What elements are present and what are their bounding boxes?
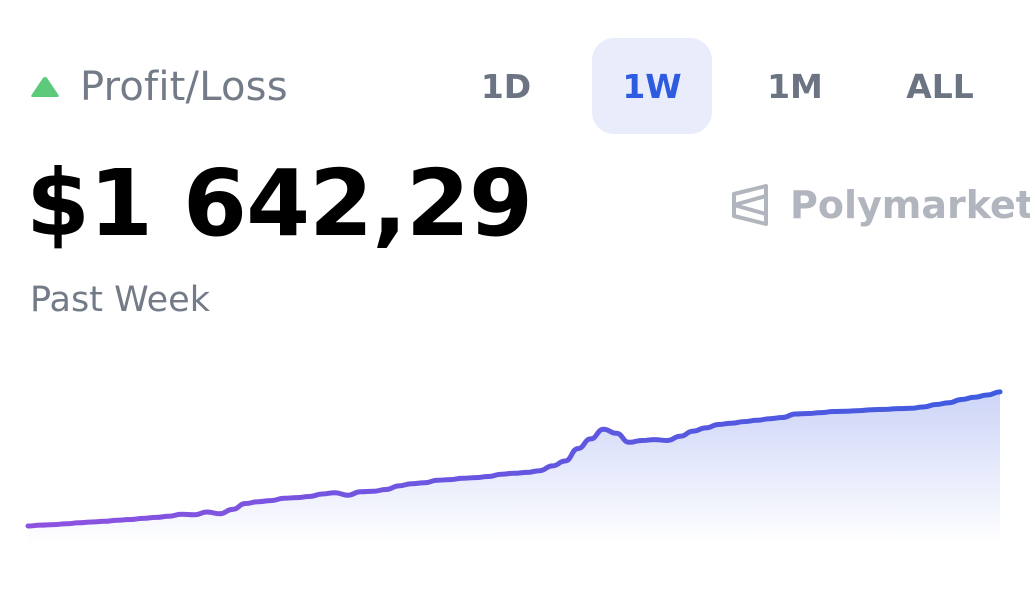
- profit-loss-card: Profit/Loss 1D 1W 1M ALL $1 642,29 Polym…: [0, 0, 1030, 613]
- profit-loss-chart: [25, 389, 1003, 545]
- chart-area-fill: [28, 391, 1000, 545]
